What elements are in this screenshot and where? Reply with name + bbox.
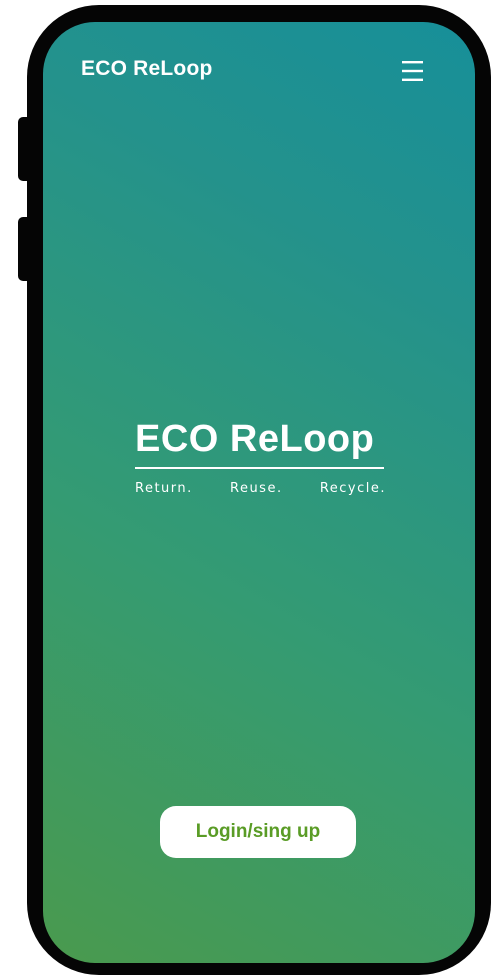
- hero-brand-title: ECO ReLoop: [135, 418, 375, 460]
- tagline-return: Return.: [135, 481, 193, 496]
- hero-logo: ECO ReLoop Return. Reuse. Recycle.: [135, 417, 395, 496]
- app-screen: ECO ReLoop ECO ReLoop Return. Reuse. Rec…: [43, 22, 475, 963]
- tagline: Return. Reuse. Recycle.: [135, 481, 386, 496]
- tagline-recycle: Recycle.: [319, 481, 386, 496]
- logo-divider: [135, 467, 384, 469]
- top-bar: ECO ReLoop: [43, 22, 475, 122]
- hamburger-menu-icon[interactable]: [399, 58, 427, 84]
- header-brand-logo[interactable]: ECO ReLoop: [81, 57, 213, 81]
- login-signup-button[interactable]: Login/sing up: [160, 806, 356, 858]
- tagline-reuse: Reuse.: [230, 481, 283, 496]
